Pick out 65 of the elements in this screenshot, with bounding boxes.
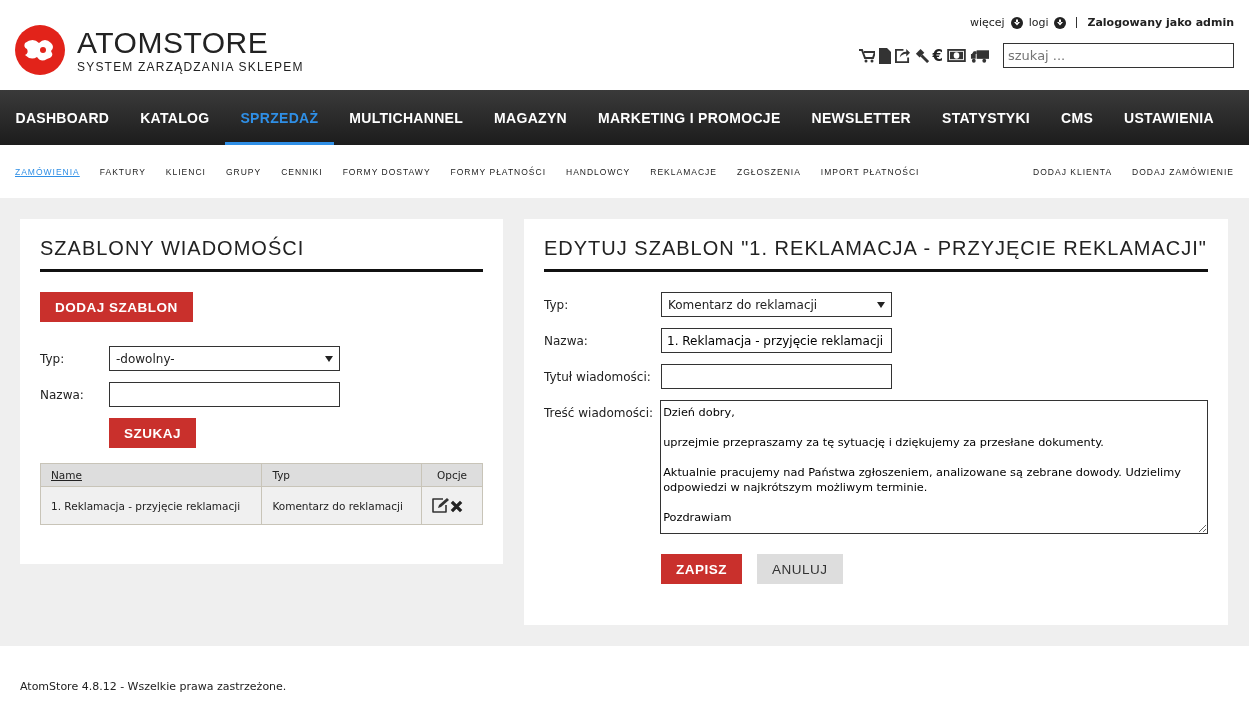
gavel-icon[interactable] bbox=[913, 48, 929, 63]
search-button[interactable]: SZUKAJ bbox=[109, 418, 196, 448]
sub-nav-link[interactable]: GRUPY bbox=[225, 166, 262, 177]
search-field[interactable]: szukaj ... bbox=[1003, 43, 1234, 68]
sub-nav-link[interactable]: HANDLOWCY bbox=[566, 166, 631, 177]
truck-icon[interactable] bbox=[970, 48, 989, 63]
type-select[interactable]: Komentarz do reklamacji bbox=[661, 292, 892, 317]
table-cell: Komentarz do reklamacji bbox=[261, 486, 422, 525]
logo-icon bbox=[15, 25, 65, 75]
logged-in-user: Zalogowany jako admin bbox=[1087, 16, 1234, 29]
sub-nav-link[interactable]: FORMY DOSTAWY bbox=[342, 166, 431, 177]
delete-icon[interactable] bbox=[450, 499, 463, 513]
main-nav-tab[interactable]: USTAWIENIA bbox=[1108, 90, 1230, 145]
sub-nav-link[interactable]: ZAMÓWIENIA bbox=[15, 166, 80, 177]
sub-nav-link[interactable]: IMPORT PŁATNOŚCI bbox=[820, 166, 920, 177]
field-label: Tytuł wiadomości: bbox=[544, 369, 652, 384]
field-label: Typ: bbox=[40, 351, 66, 366]
main-nav-tab[interactable]: MARKETING I PROMOCJE bbox=[582, 90, 797, 145]
logo-tagline: SYSTEM ZARZĄDZANIA SKLEPEM bbox=[77, 60, 304, 74]
dropdown-link[interactable]: logi bbox=[1028, 16, 1049, 29]
dropdown-link[interactable]: więcej bbox=[969, 16, 1005, 29]
action-link[interactable]: DODAJ ZAMÓWIENIE bbox=[1132, 166, 1234, 177]
sub-nav-link[interactable]: FAKTURY bbox=[99, 166, 146, 177]
table-cell: 1. Reklamacja - przyjęcie reklamacji bbox=[40, 486, 262, 525]
cart-icon[interactable] bbox=[858, 48, 875, 63]
main-nav-tab[interactable]: MAGAZYN bbox=[478, 90, 583, 145]
text-field[interactable]: 1. Reklamacja - przyjęcie reklamacji bbox=[661, 328, 892, 353]
main-nav-tab[interactable]: CMS bbox=[1045, 90, 1109, 145]
field-label: Typ: bbox=[544, 297, 570, 312]
name-field[interactable] bbox=[109, 382, 340, 407]
euro-icon[interactable]: € bbox=[932, 47, 943, 64]
main-nav-tab[interactable]: SPRZEDAŻ bbox=[224, 90, 334, 145]
logo-name: ATOMSTORE bbox=[77, 26, 270, 60]
sub-nav-link[interactable]: ZGŁOSZENIA bbox=[736, 166, 801, 177]
column-header: Opcje bbox=[421, 463, 483, 487]
panel-title: SZABLONY WIADOMOŚCI bbox=[40, 237, 483, 272]
panel-title: EDYTUJ SZABLON "1. REKLAMACJA - PRZYJĘCIE REKLAMACJI" bbox=[544, 237, 1208, 272]
main-nav-tab[interactable]: STATYSTYKI bbox=[926, 90, 1046, 145]
caret-icon bbox=[877, 300, 885, 309]
message-textarea[interactable]: Dzień dobry, uprzejmie przepraszamy za tę sytuację i dziękujemy za przesłane dokumenty. Aktualnie pracujemy nad Państwa zgłoszeniem, analizowane są zebrane dowody. Udzielimy odpowiedzi w najkrótszym możliwym terminie. Pozdrawiam bbox=[660, 400, 1208, 534]
cancel-button[interactable]: ANULUJ bbox=[757, 554, 843, 584]
add-template-button[interactable]: DODAJ SZABLON bbox=[40, 292, 193, 322]
column-header: Typ bbox=[261, 463, 422, 487]
main-nav-tab[interactable]: DASHBOARD bbox=[0, 90, 125, 145]
document-icon[interactable] bbox=[878, 47, 891, 64]
column-header[interactable]: Name bbox=[40, 463, 262, 487]
type-select[interactable]: -dowolny- bbox=[109, 346, 340, 371]
main-nav-tab[interactable]: NEWSLETTER bbox=[796, 90, 927, 145]
sub-nav-link[interactable]: REKLAMACJE bbox=[650, 166, 717, 177]
sub-nav-link[interactable]: CENNIKI bbox=[281, 166, 323, 177]
save-button[interactable]: ZAPISZ bbox=[661, 554, 742, 584]
main-nav-tab[interactable]: MULTICHANNEL bbox=[333, 90, 479, 145]
footer-text: AtomStore 4.8.12 - Wszelkie prawa zastrzeżone. bbox=[20, 680, 287, 693]
field-label: Nazwa: bbox=[544, 333, 589, 348]
banknote-icon[interactable] bbox=[947, 49, 966, 62]
caret-icon bbox=[325, 354, 333, 363]
sub-nav-link[interactable]: FORMY PŁATNOŚCI bbox=[450, 166, 546, 177]
field-label: Treść wiadomości: bbox=[544, 405, 654, 420]
share-icon[interactable] bbox=[894, 48, 910, 63]
sub-nav-link[interactable]: KLIENCI bbox=[165, 166, 206, 177]
field-label: Nazwa: bbox=[40, 387, 85, 402]
edit-icon[interactable] bbox=[432, 496, 450, 513]
text-field[interactable] bbox=[661, 364, 892, 389]
main-nav-tab[interactable]: KATALOG bbox=[124, 90, 225, 145]
action-link[interactable]: DODAJ KLIENTA bbox=[1033, 166, 1113, 177]
